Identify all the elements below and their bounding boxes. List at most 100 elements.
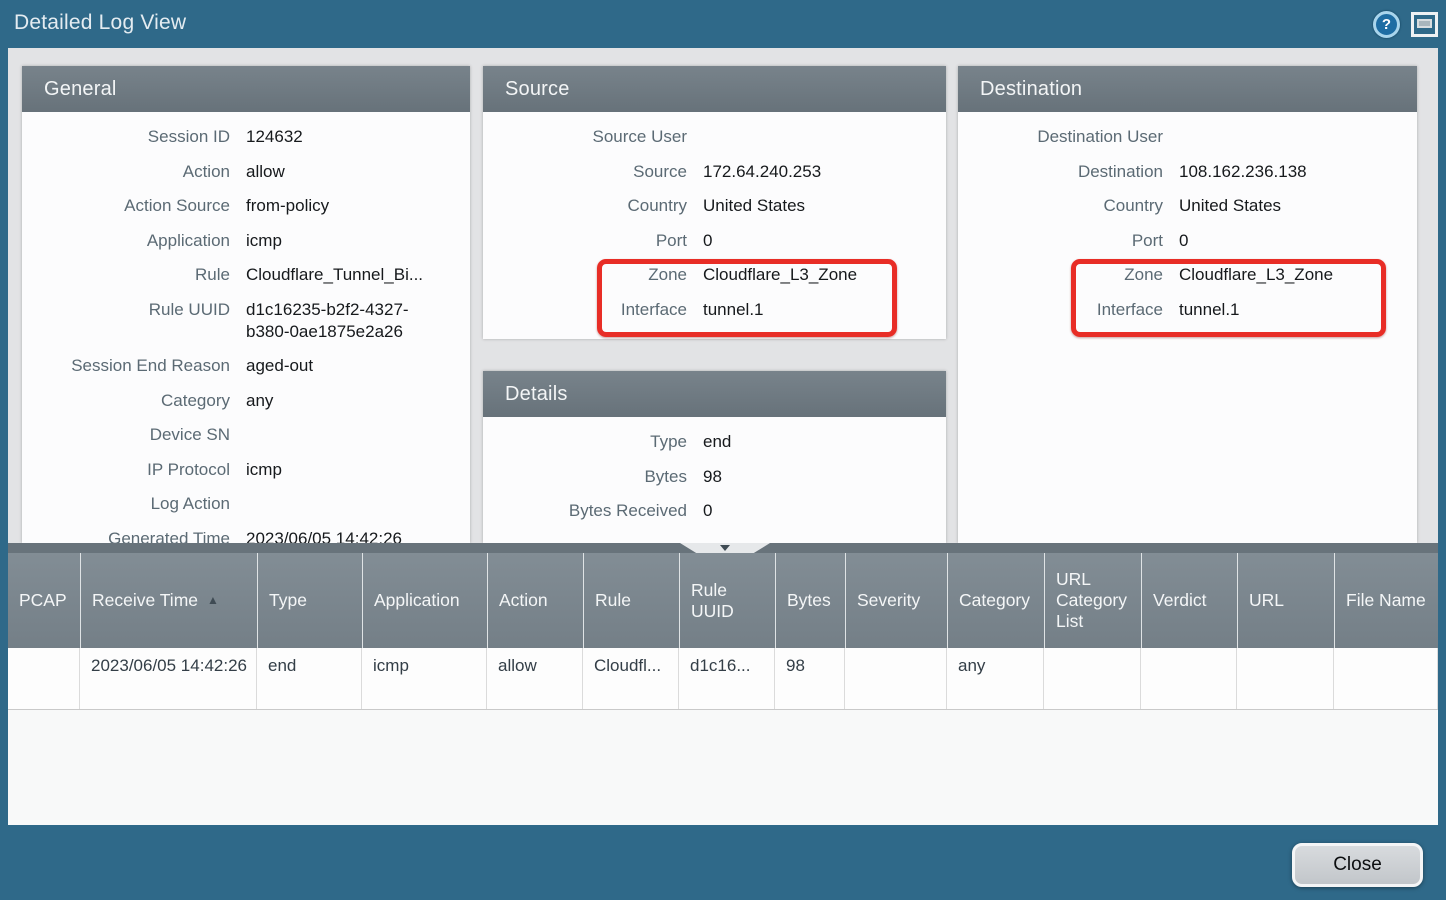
field-row-application: Applicationicmp [22,230,470,252]
column-header-label: File Name [1346,590,1426,611]
column-header-file-name[interactable]: File Name [1334,553,1438,648]
column-header-severity[interactable]: Severity [845,553,947,648]
cell-severity [845,648,947,709]
column-header-label: Category [959,590,1030,611]
dialog-title: Detailed Log View [14,11,186,35]
source-panel: Source Source User Source172.64.240.253 Co… [483,66,946,339]
field-row-log-action: Log Action [22,493,470,515]
log-table-header: PCAP Receive Time▲ Type Application Action Ru… [8,553,1438,648]
field-value: end [703,431,946,453]
field-row-session-id: Session ID 124632 [22,126,470,148]
field-row-source: Source172.64.240.253 [483,161,946,183]
field-label: Destination [958,161,1163,183]
field-row-zone: Zone Cloudflare_L3_Zone [958,264,1417,286]
source-panel-header: Source [483,66,946,112]
field-value: Cloudflare_L3_Zone [1179,264,1417,286]
field-label: Interface [958,299,1163,321]
column-header-label: Severity [857,590,920,611]
cell-bytes: 98 [775,648,845,709]
field-row-session-end-reason: Session End Reasonaged-out [22,355,470,377]
cell-receive-time: 2023/06/05 14:42:26 [80,648,257,709]
column-header-verdict[interactable]: Verdict [1141,553,1237,648]
splitter-collapse-icon [720,545,730,551]
field-row-country: CountryUnited States [483,195,946,217]
field-row-source-user: Source User [483,126,946,148]
field-label: Destination User [958,126,1163,148]
field-label: Rule [22,264,230,286]
column-header-url-category-list[interactable]: URL Category List [1044,553,1141,648]
field-label: Bytes Received [483,500,687,522]
column-header-url[interactable]: URL [1237,553,1334,648]
cell-url-category-list [1044,648,1141,709]
column-header-type[interactable]: Type [257,553,362,648]
cell-type: end [257,648,362,709]
field-label: Zone [958,264,1163,286]
field-value: United States [1179,195,1417,217]
cell-application: icmp [362,648,487,709]
field-label: Action Source [22,195,230,217]
maximize-icon-inner [1417,19,1432,28]
panel-table-splitter[interactable] [8,543,1438,553]
log-table-row[interactable]: 2023/06/05 14:42:26endicmpallowCloudfl..… [8,648,1438,710]
column-header-label: Type [269,590,307,611]
general-panel-header: General [22,66,470,112]
field-value: 108.162.236.138 [1179,161,1417,183]
column-header-label: Action [499,590,548,611]
field-value: 2023/06/05 14:42:26 [246,528,470,544]
destination-panel-body: Destination User Destination 108.162.236.1… [958,112,1417,321]
field-value: 0 [703,500,946,522]
field-label: Country [958,195,1163,217]
details-panel-body: Typeend Bytes 98 Bytes Received 0 [483,417,946,522]
close-button[interactable]: Close [1292,843,1423,887]
field-value [246,493,470,515]
column-header-bytes[interactable]: Bytes [775,553,845,648]
column-header-label: URL [1249,590,1284,611]
column-header-pcap[interactable]: PCAP [8,553,80,648]
maximize-icon[interactable] [1411,12,1438,37]
sort-asc-icon: ▲ [207,590,219,611]
field-value: d1c16235-b2f2-4327-b380-0ae1875e2a26 [246,299,470,343]
column-header-label: URL Category List [1056,569,1135,632]
field-label: Log Action [22,493,230,515]
field-value: 0 [703,230,946,252]
field-row-rule-uuid: Rule UUIDd1c16235-b2f2-4327-b380-0ae1875… [22,299,470,343]
column-header-rule[interactable]: Rule [583,553,679,648]
field-row-destination: Destination 108.162.236.138 [958,161,1417,183]
field-value [1179,126,1417,148]
general-panel-body: Session ID124632ActionallowAction Source… [22,112,470,543]
column-header-label: Application [374,590,460,611]
splitter-handle[interactable] [680,543,770,553]
field-value: Cloudflare_Tunnel_Bi... [246,264,470,286]
field-row-ip-protocol: IP Protocolicmp [22,459,470,481]
general-panel: General Session ID124632ActionallowActio… [22,66,470,543]
field-value: United States [703,195,946,217]
column-header-rule-uuid[interactable]: Rule UUID [679,553,775,648]
field-label: Type [483,431,687,453]
field-value: icmp [246,459,470,481]
field-value: 98 [703,466,946,488]
column-header-action[interactable]: Action [487,553,583,648]
field-row-category: Categoryany [22,390,470,412]
column-header-receive-time[interactable]: Receive Time▲ [80,553,257,648]
help-icon[interactable]: ? [1373,11,1400,38]
column-header-label: PCAP [19,590,67,611]
column-header-label: Rule UUID [691,580,769,622]
column-header-category[interactable]: Category [947,553,1044,648]
field-label: Session ID [22,126,230,148]
field-row-rule: Rule Cloudflare_Tunnel_Bi... [22,264,470,286]
field-label: Port [483,230,687,252]
field-label: Bytes [483,466,687,488]
column-header-label: Bytes [787,590,831,611]
cell-rule-uuid: d1c16... [679,648,775,709]
field-value: 124632 [246,126,470,148]
field-row-bytes-received: Bytes Received 0 [483,500,946,522]
cell-rule: Cloudfl... [583,648,679,709]
field-value: tunnel.1 [703,299,946,321]
column-header-application[interactable]: Application [362,553,487,648]
column-header-label: Rule [595,590,631,611]
field-row-type: Typeend [483,431,946,453]
cell-url [1237,648,1334,709]
field-row-interface: Interfacetunnel.1 [483,299,946,321]
field-row-destination-user: Destination User [958,126,1417,148]
field-value: aged-out [246,355,470,377]
